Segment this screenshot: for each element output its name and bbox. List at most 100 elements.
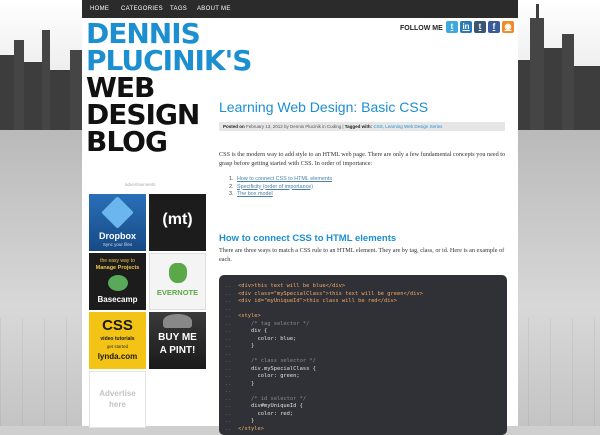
code-line: .. color: red; [225,411,293,417]
code-block: .. <div>this text will be blue</div>.. <… [219,275,507,435]
dropbox-subtitle: Sync your files [102,242,133,247]
code-line-text: div { [238,328,268,334]
ad-dropbox[interactable]: Dropbox Sync your files [89,194,146,251]
code-line-marker: .. [225,350,232,357]
lynda-css-title: CSS [102,317,133,334]
code-line: .. /* id selector */ [225,396,306,402]
basecamp-tagline: Manage Projects [95,265,140,271]
page-column: HOME CATEGORIES TAGS ABOUT ME DENNIS PLU… [82,0,518,435]
ad-lynda[interactable]: CSS video tutorials get started lynda.co… [89,312,146,369]
evernote-icon [169,263,187,283]
code-line-marker: .. [225,335,232,342]
code-line-marker: .. [225,290,232,297]
code-line-marker: .. [225,425,232,432]
code-line-marker: .. [225,320,232,327]
code-line-text: </style> [238,425,264,432]
code-line-text: /* id selector */ [238,395,307,402]
code-line-marker: .. [225,373,232,379]
code-line: .. color: blue; [225,336,296,342]
code-line: .. div { [225,328,267,334]
post-title[interactable]: Learning Web Design: Basic CSS [219,99,428,115]
code-line-text: /* tag selector */ [238,320,310,327]
toc-link[interactable]: Specificity (order of importance) [237,184,313,190]
facebook-icon[interactable]: f [488,21,500,33]
mt-logo: (mt) [162,211,193,228]
basecamp-tagline: the easy way to [100,258,135,264]
code-line-marker: .. [225,343,232,349]
code-line-marker: .. [225,298,232,304]
basecamp-title: Basecamp [97,295,138,304]
linkedin-icon[interactable]: in [460,21,472,33]
code-line-marker: .. [225,410,232,417]
site-logo[interactable]: DENNIS PLUCINIK'S WEB DESIGN BLOG [86,17,286,156]
code-line: .. <div id="myUniqueId">this class will … [225,298,397,304]
ad-mediatemple[interactable]: (mt) [149,194,206,251]
pint-line-1: BUY ME [158,332,197,343]
code-line-text: div.mySpecialClass { [238,365,316,372]
code-line-text: <div>this text will be blue</div> [238,283,346,289]
code-line-marker: .. [225,305,232,312]
code-line: .. } [225,418,254,424]
nav-home[interactable]: HOME [90,0,109,18]
logo-line: WEB [86,71,155,104]
lynda-brand: lynda.com [97,352,138,361]
code-line-marker: .. [225,358,232,364]
code-line: .. <div>this text will be blue</div> [225,283,345,289]
nav-tags[interactable]: TAGS [170,0,187,18]
code-line-text: } [238,343,255,349]
code-line-text: div#myUniqueId { [238,403,303,409]
toc-link[interactable]: The box model [237,191,273,197]
nav-categories[interactable]: CATEGORIES [121,0,163,18]
post-meta-bar: Posted on February 13, 2012 by Dennis Pl… [219,122,505,131]
ad-buy-me-a-pint[interactable]: BUY ME A PINT! [149,312,206,369]
pint-line-2: A PINT! [159,345,196,356]
dropbox-title: Dropbox [99,231,136,241]
code-line-marker: .. [225,380,232,387]
nav-about-me[interactable]: ABOUT ME [197,0,231,18]
code-line: .. /* tag selector */ [225,321,309,327]
twitter-icon[interactable]: t [446,21,458,33]
tagged-label: Tagged with: [344,124,373,129]
code-line: .. [225,306,238,312]
ad-evernote[interactable]: EVERNOTE [149,253,206,310]
posted-on-label: Posted on [223,124,245,129]
toc-number: 2. [229,183,234,190]
code-line-text: } [238,418,255,424]
code-line-marker: .. [225,328,232,334]
advertisements-label: advertisements [125,182,156,187]
code-line-text: /* class selector */ [238,358,316,364]
post-tags[interactable]: CSS, Learning Web Design Series [373,124,442,129]
follow-me-label: FOLLOW ME [400,25,443,32]
evernote-title: EVERNOTE [156,288,199,297]
code-line: .. } [225,343,254,349]
rss-icon[interactable]: ◉ [502,21,514,33]
code-line: .. [225,351,238,357]
code-line: .. color: green; [225,373,300,379]
code-line: .. <div class="mySpecialClass">this text… [225,291,423,297]
code-line-text: <div id="myUniqueId">this class will be … [238,298,398,304]
dropbox-icon [101,196,134,229]
tumblr-icon[interactable]: t [474,21,486,33]
code-line-marker: .. [225,395,232,402]
post-intro: CSS is the modern way to add style to an… [219,151,506,167]
toc-link[interactable]: How to connect CSS to HTML elements [237,176,332,182]
ad-basecamp[interactable]: the easy way to Manage Projects Basecamp [89,253,146,310]
code-line-text: <style> [238,313,261,319]
pint-glass-icon [163,314,192,328]
code-line-marker: .. [225,418,232,424]
top-navigation: HOME CATEGORIES TAGS ABOUT ME [82,0,518,18]
code-line-marker: .. [225,403,232,409]
ad-advertise-here[interactable]: Advertise here [89,371,146,428]
code-line-marker: .. [225,313,232,319]
section-text: There are three ways to match a CSS rule… [219,247,505,263]
code-line-marker: .. [225,365,232,372]
logo-line: DENNIS [86,17,201,50]
section-heading: How to connect CSS to HTML elements [219,233,397,244]
advertise-line-2: here [109,400,126,409]
code-line: .. <style> [225,313,261,319]
code-line: .. </style> [225,426,264,432]
table-of-contents: 1. How to connect CSS to HTML elements 2.… [229,176,332,199]
toc-item: 1. How to connect CSS to HTML elements [229,176,332,184]
code-line: .. [225,388,238,394]
code-line-text: color: red; [238,410,294,417]
